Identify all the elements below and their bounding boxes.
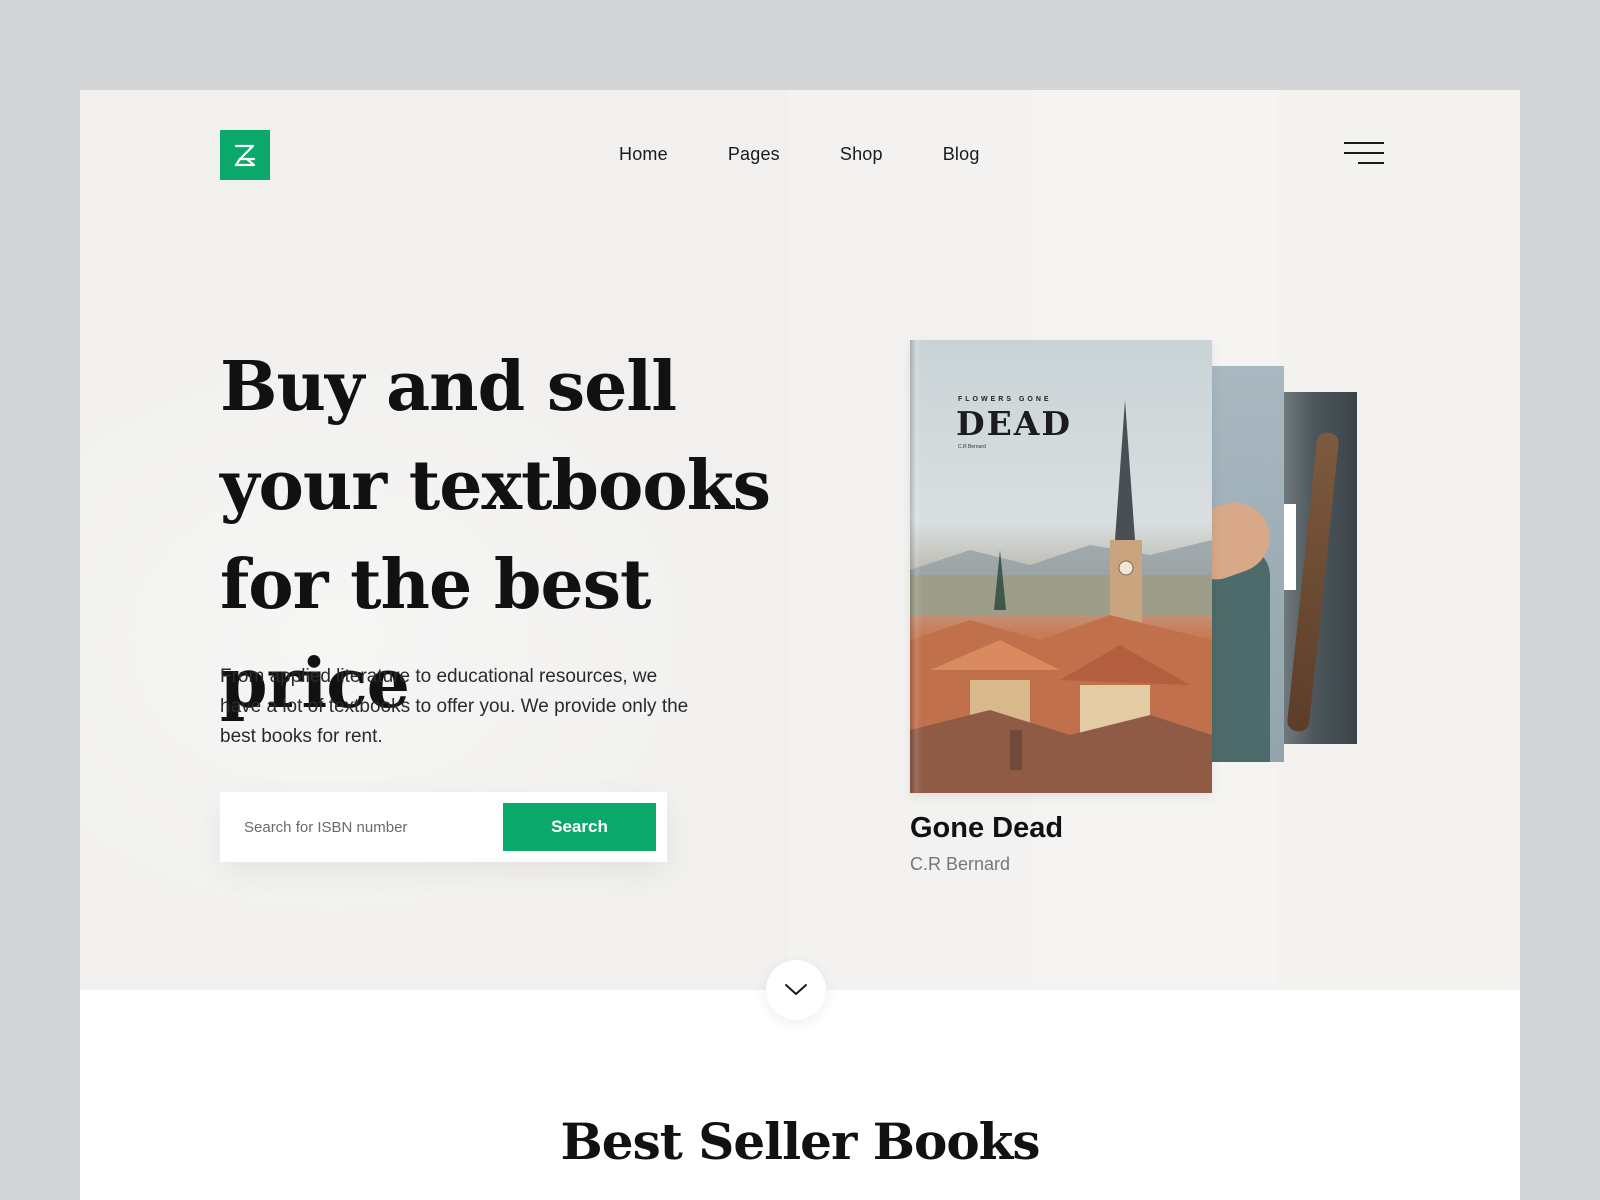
chevron-down-icon: [785, 984, 807, 995]
book-cover-front[interactable]: FLOWERS GONE DEAD C.R Bernard: [910, 340, 1212, 793]
nav-blog[interactable]: Blog: [943, 144, 980, 165]
hamburger-menu-icon[interactable]: [1340, 142, 1384, 168]
featured-book-title[interactable]: Gone Dead: [910, 812, 1063, 845]
scroll-down-button[interactable]: [766, 960, 826, 1020]
book-cover-middle[interactable]: [1210, 366, 1284, 762]
nav-home[interactable]: Home: [619, 144, 668, 165]
menu-line-middle: [1344, 152, 1384, 154]
best-seller-heading: Best Seller Books: [560, 1112, 1041, 1171]
hero-section: Home Pages Shop Blog Buy and sell your t…: [80, 90, 1520, 990]
menu-line-top: [1344, 142, 1384, 144]
nav-shop[interactable]: Shop: [840, 144, 883, 165]
nav-pages[interactable]: Pages: [728, 144, 780, 165]
isbn-search-bar: Search: [220, 792, 667, 862]
page-frame: Home Pages Shop Blog Buy and sell your t…: [80, 90, 1520, 1200]
cover-kicker: FLOWERS GONE: [958, 396, 1052, 403]
cover-art-label: [1284, 504, 1296, 590]
book-cover-back[interactable]: [1284, 392, 1357, 744]
featured-book-author: C.R Bernard: [910, 854, 1011, 874]
book-spine: [910, 340, 922, 793]
z-monogram-icon: [234, 144, 256, 167]
main-nav: Home Pages Shop Blog: [619, 144, 1040, 165]
menu-line-bottom: [1358, 162, 1384, 164]
cover-title: DEAD: [956, 404, 1072, 443]
cover-author: C.R Bernard: [958, 444, 986, 450]
brand-logo[interactable]: [220, 130, 270, 180]
hero-description: From applied literature to educational r…: [220, 666, 689, 747]
search-button[interactable]: Search: [503, 803, 656, 851]
isbn-search-input[interactable]: [244, 812, 484, 842]
